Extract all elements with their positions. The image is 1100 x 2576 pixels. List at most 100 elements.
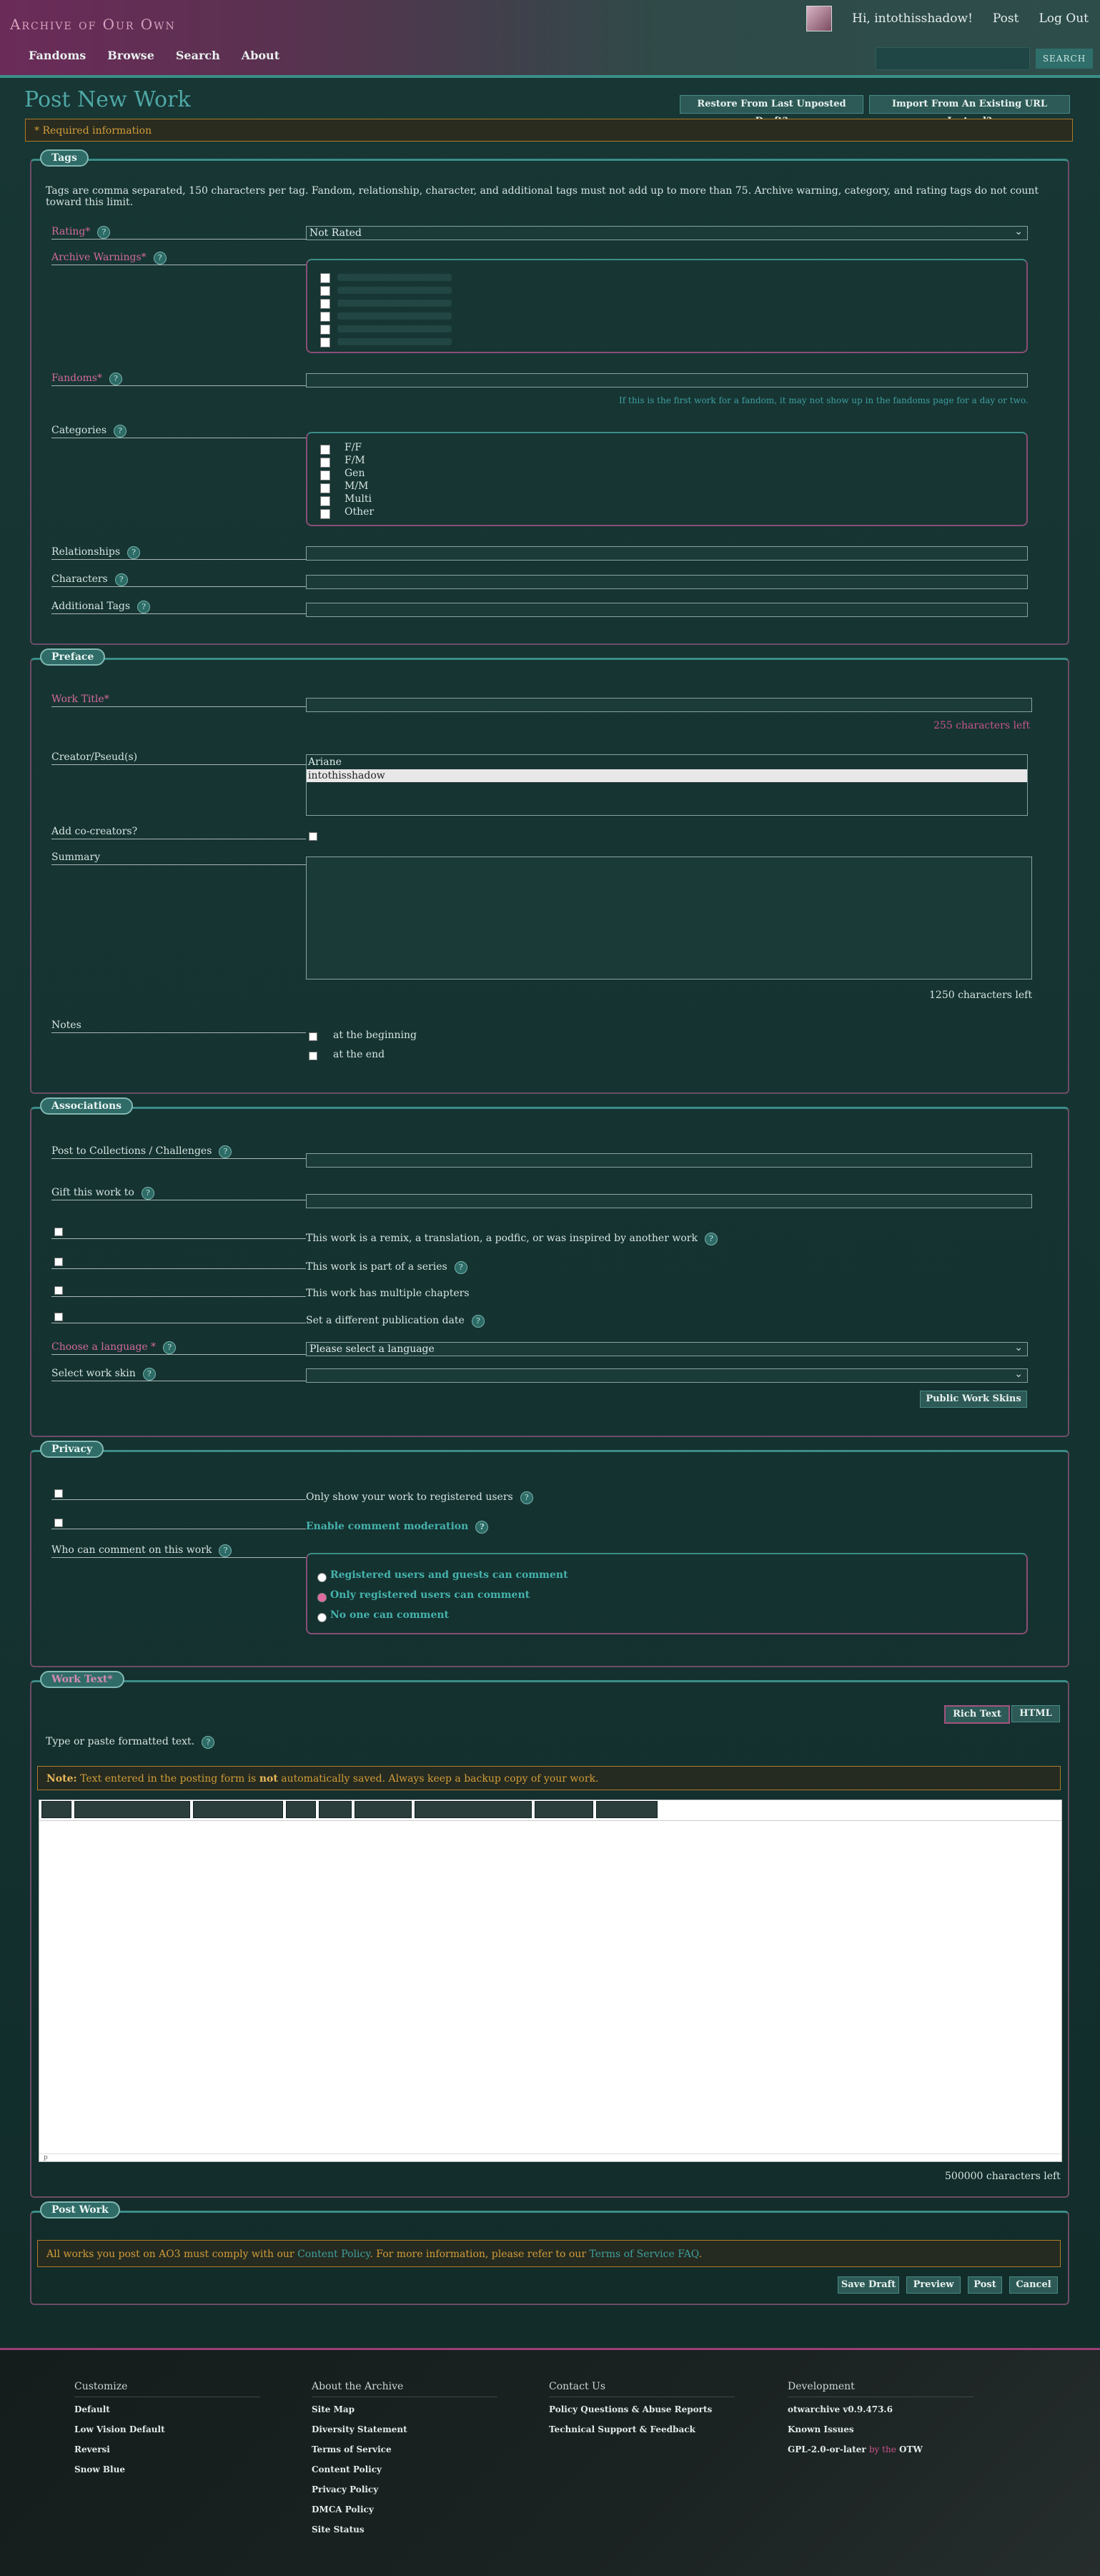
category-checkbox[interactable]: [320, 458, 330, 468]
footer-link[interactable]: Reversi: [74, 2444, 260, 2464]
help-icon[interactable]: ?: [114, 425, 127, 438]
category-checkbox[interactable]: [320, 445, 330, 455]
logout-link[interactable]: Log Out: [1039, 11, 1089, 26]
help-icon[interactable]: ?: [153, 252, 167, 265]
help-icon[interactable]: ?: [520, 1491, 533, 1504]
additional-tags-input[interactable]: [306, 603, 1028, 617]
cancel-button[interactable]: Cancel: [1009, 2276, 1058, 2294]
notes-begin-checkbox[interactable]: [309, 1032, 317, 1041]
footer-link[interactable]: otwarchive v0.9.473.6: [788, 2404, 973, 2424]
footer-link[interactable]: Low Vision Default: [74, 2424, 260, 2444]
footer-link[interactable]: DMCA Policy: [312, 2505, 497, 2525]
site-logo[interactable]: Archive of Our Own: [10, 16, 176, 33]
footer-link[interactable]: Privacy Policy: [312, 2484, 497, 2505]
license-link[interactable]: GPL-2.0-or-later: [788, 2444, 866, 2454]
collections-input[interactable]: [306, 1153, 1032, 1168]
footer-link[interactable]: Policy Questions & Abuse Reports: [549, 2404, 735, 2424]
text-format-icon[interactable]: [74, 1801, 190, 1818]
warning-checkbox[interactable]: [320, 312, 330, 322]
public-skins-button[interactable]: Public Work Skins: [920, 1391, 1027, 1408]
footer-link[interactable]: Content Policy: [312, 2464, 497, 2484]
registered-only-checkbox[interactable]: [54, 1489, 63, 1498]
pubdate-checkbox[interactable]: [54, 1313, 63, 1321]
html-button[interactable]: HTML: [1011, 1705, 1060, 1722]
summary-textarea[interactable]: [306, 857, 1032, 979]
code-icon[interactable]: [596, 1801, 658, 1818]
nav-about[interactable]: About: [242, 49, 279, 62]
rating-select[interactable]: Not Rated: [306, 225, 1028, 240]
comment-radio[interactable]: [317, 1573, 327, 1582]
restore-draft-button[interactable]: Restore From Last Unposted Draft?: [680, 95, 863, 127]
image-icon[interactable]: [319, 1801, 352, 1818]
comment-option[interactable]: Registered users and guests can comment: [330, 1569, 568, 1581]
table-icon[interactable]: [415, 1801, 532, 1818]
help-icon[interactable]: ?: [97, 226, 111, 239]
blockquote-icon[interactable]: [535, 1801, 593, 1818]
nav-search[interactable]: Search: [176, 49, 220, 62]
footer-link[interactable]: Site Map: [312, 2404, 497, 2424]
help-icon[interactable]: ?: [142, 1368, 156, 1381]
relationships-input[interactable]: [306, 546, 1028, 561]
search-button[interactable]: Search: [1036, 49, 1093, 69]
footer-link[interactable]: Diversity Statement: [312, 2424, 497, 2444]
remix-checkbox[interactable]: [54, 1228, 63, 1236]
category-checkbox[interactable]: [320, 470, 330, 480]
gift-input[interactable]: [306, 1194, 1032, 1208]
list-icon[interactable]: [355, 1801, 412, 1818]
help-icon[interactable]: ?: [454, 1261, 467, 1274]
characters-input[interactable]: [306, 575, 1028, 589]
cocreators-checkbox[interactable]: [309, 832, 317, 841]
help-icon[interactable]: ?: [219, 1145, 232, 1158]
footer-link[interactable]: Default: [74, 2404, 260, 2424]
category-checkbox[interactable]: [320, 483, 330, 493]
notes-end-checkbox[interactable]: [309, 1052, 317, 1060]
save-draft-button[interactable]: Save Draft: [838, 2276, 899, 2294]
chapters-checkbox[interactable]: [54, 1286, 63, 1295]
post-link[interactable]: Post: [993, 11, 1019, 26]
rich-text-button[interactable]: Rich Text: [944, 1705, 1010, 1724]
pseud-select[interactable]: Ariane intothisshadow: [306, 754, 1028, 816]
link-icon[interactable]: [286, 1801, 316, 1818]
help-icon[interactable]: ?: [202, 1736, 215, 1749]
help-icon[interactable]: ?: [471, 1315, 485, 1328]
category-checkbox[interactable]: [320, 496, 330, 506]
footer-link[interactable]: Technical Support & Feedback: [549, 2424, 735, 2444]
warning-checkbox[interactable]: [320, 325, 330, 335]
work-title-input[interactable]: [306, 698, 1032, 712]
undo-icon[interactable]: [41, 1801, 71, 1818]
align-icon[interactable]: [193, 1801, 283, 1818]
skin-select[interactable]: [306, 1368, 1028, 1383]
warning-checkbox[interactable]: [320, 299, 330, 309]
fandoms-input[interactable]: [306, 373, 1028, 388]
series-checkbox[interactable]: [54, 1258, 63, 1266]
help-icon[interactable]: ?: [127, 546, 141, 559]
post-button[interactable]: Post: [968, 2276, 1002, 2294]
pseud-option[interactable]: Ariane: [307, 755, 1027, 769]
category-checkbox[interactable]: [320, 509, 330, 519]
help-icon[interactable]: ?: [114, 573, 128, 586]
moderation-checkbox[interactable]: [54, 1519, 63, 1527]
help-icon[interactable]: ?: [219, 1544, 232, 1557]
footer-link[interactable]: Terms of Service: [312, 2444, 497, 2464]
otw-link[interactable]: OTW: [899, 2444, 923, 2454]
footer-link[interactable]: Known Issues: [788, 2424, 973, 2444]
pseud-option-selected[interactable]: intothisshadow: [307, 769, 1027, 782]
help-icon[interactable]: ?: [704, 1233, 718, 1245]
comment-radio-selected[interactable]: [317, 1593, 327, 1602]
comment-option[interactable]: No one can comment: [330, 1609, 449, 1621]
nav-browse[interactable]: Browse: [107, 49, 154, 62]
help-icon[interactable]: ?: [137, 601, 151, 613]
comment-option[interactable]: Only registered users can comment: [330, 1589, 530, 1601]
tos-faq-link[interactable]: Terms of Service FAQ: [589, 2249, 698, 2260]
language-select[interactable]: Please select a language: [306, 1341, 1028, 1356]
content-policy-link[interactable]: Content Policy: [297, 2249, 370, 2260]
comment-radio[interactable]: [317, 1613, 327, 1622]
nav-fandoms[interactable]: Fandoms: [29, 49, 86, 62]
warning-checkbox[interactable]: [320, 273, 330, 283]
footer-link[interactable]: Site Status: [312, 2525, 497, 2545]
help-icon[interactable]: ?: [141, 1187, 154, 1200]
import-url-button[interactable]: Import From An Existing URL Instead?: [869, 95, 1070, 127]
warning-checkbox[interactable]: [320, 337, 330, 347]
greeting-link[interactable]: Hi, intothisshadow!: [852, 11, 973, 26]
warning-checkbox[interactable]: [320, 286, 330, 296]
